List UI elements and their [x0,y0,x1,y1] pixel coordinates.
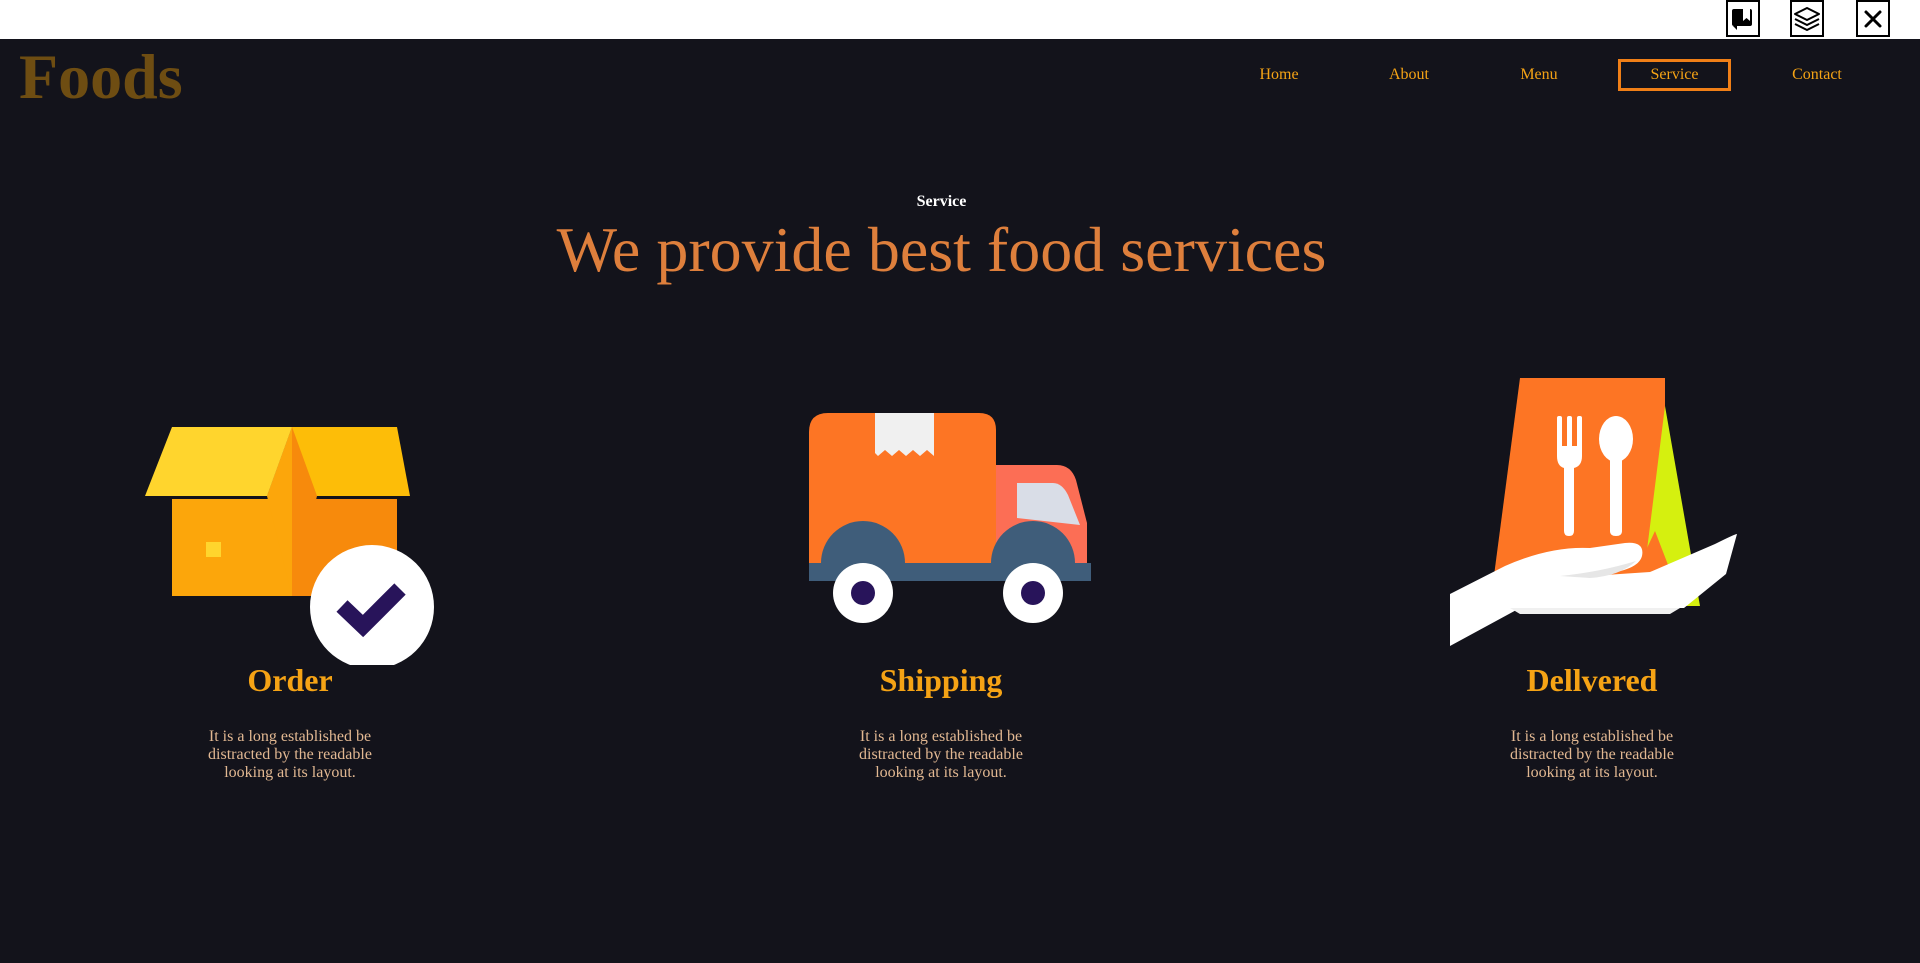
food-bag-hand-icon [1450,378,1737,646]
service-card-delivered: Dellvered It is a long established be di… [1432,370,1752,781]
top-toolbar [0,0,1920,39]
order-title: Order [247,662,333,698]
delivery-truck-icon [809,413,1091,623]
close-button[interactable] [1856,0,1890,37]
layers-button[interactable] [1790,0,1824,37]
box-checked-icon [145,427,434,665]
order-text: It is a long established be distracted b… [208,728,372,781]
order-illustration [130,370,450,670]
shipping-illustration [781,370,1101,670]
brand-logo[interactable]: Foods [19,39,183,115]
bookmark-reader-button[interactable] [1726,0,1760,37]
service-card-shipping: Shipping It is a long established be dis… [781,370,1101,781]
section-headline: We provide best food services [556,214,1327,285]
bookmark-reader-icon [1732,8,1752,30]
nav-home[interactable]: Home [1240,59,1318,91]
nav-service[interactable]: Service [1618,59,1731,91]
shipping-title: Shipping [879,662,1003,698]
nav-menu[interactable]: Menu [1500,59,1578,91]
nav-contact[interactable]: Contact [1778,59,1856,91]
service-card-order: Order It is a long established be distra… [130,370,450,781]
layers-icon [1794,6,1820,31]
delivered-title: Dellvered [1526,662,1658,698]
delivered-text: It is a long established be distracted b… [1510,728,1674,781]
shipping-text: It is a long established be distracted b… [859,728,1023,781]
delivered-illustration [1432,370,1752,670]
nav-about[interactable]: About [1370,59,1448,91]
section-eyebrow: Service [916,193,967,210]
close-icon [1864,10,1882,27]
main-nav: Home About Menu Service Contact [1200,59,1920,91]
